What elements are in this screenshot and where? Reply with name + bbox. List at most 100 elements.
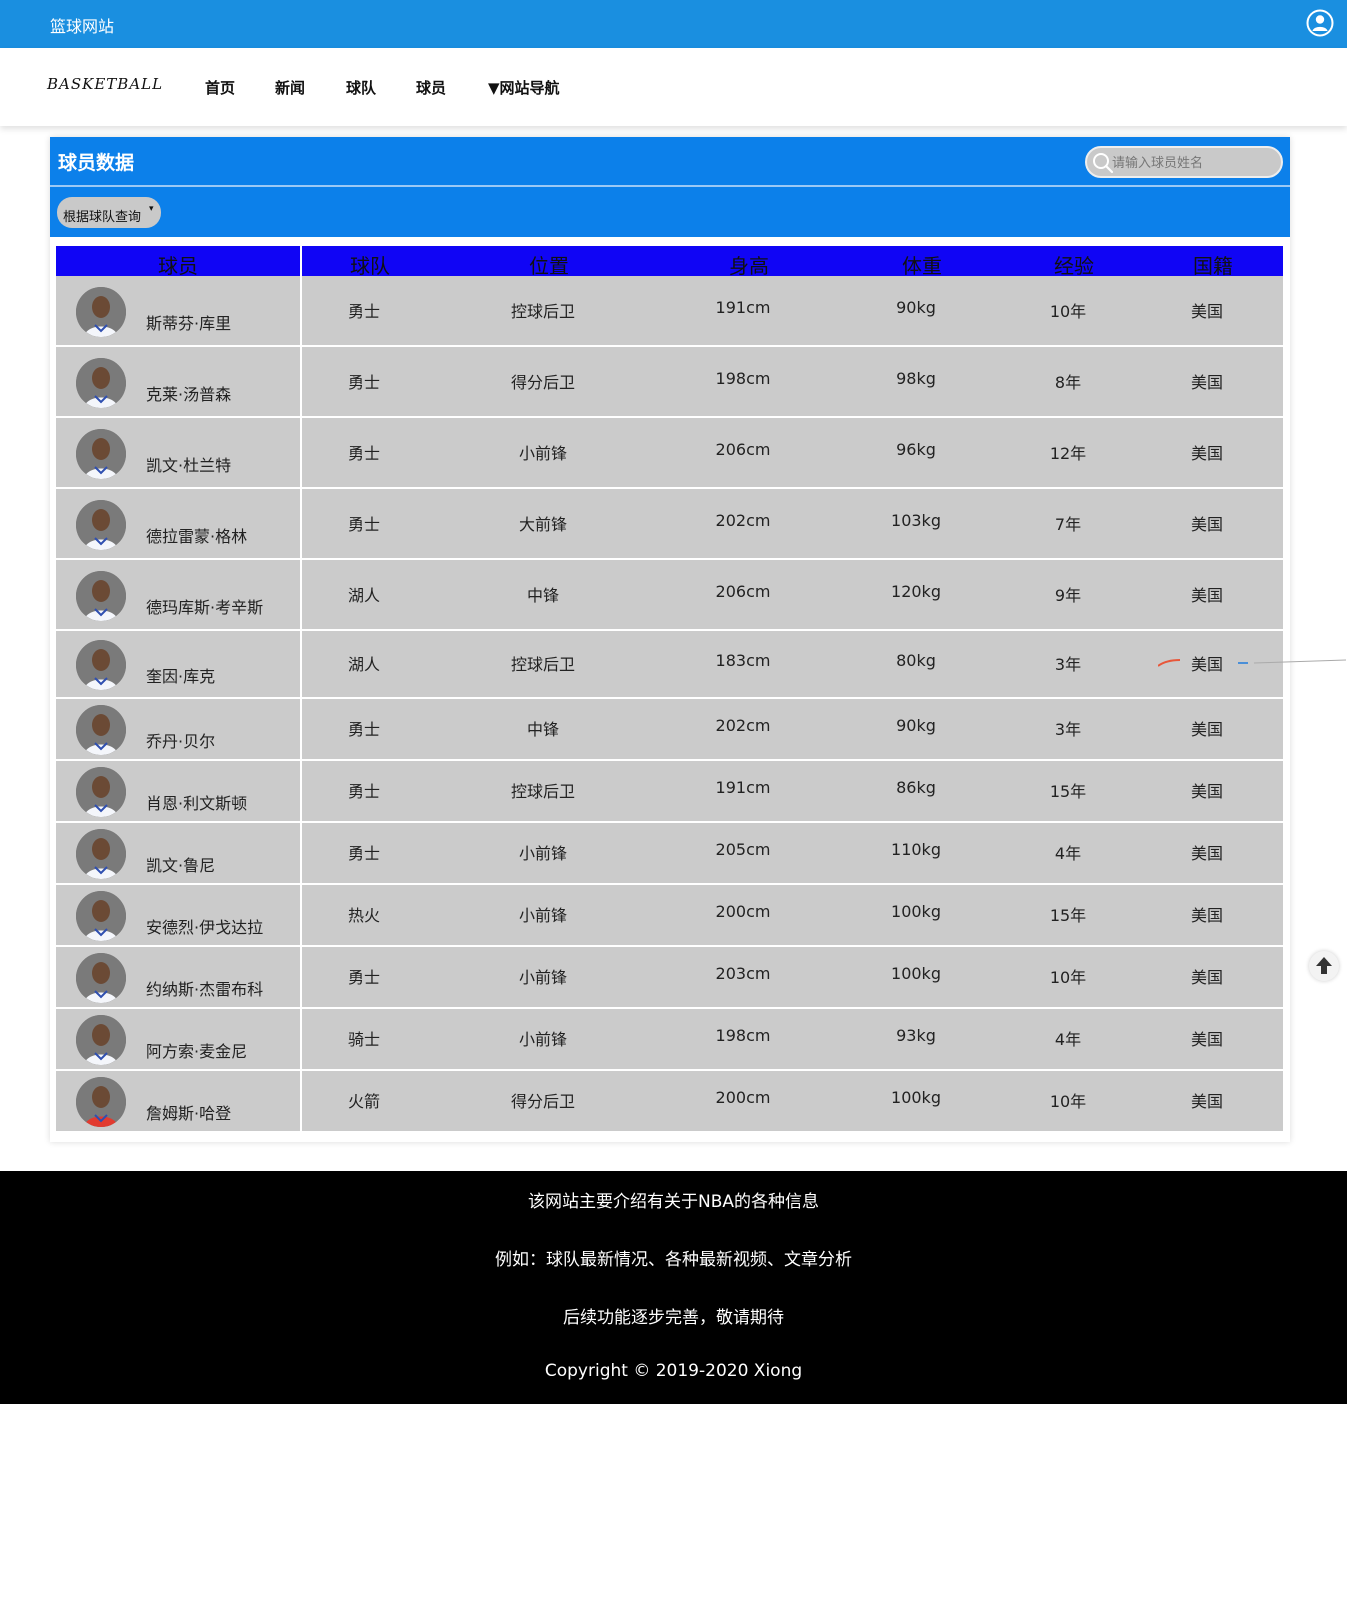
player-avatar — [76, 891, 126, 941]
player-data-panel: 球员数据 根据球队查询 ▾ 球员 球队 位置 身高 体重 经验 国籍 斯蒂芬·库… — [50, 137, 1290, 1142]
team-filter-dropdown[interactable]: 根据球队查询 ▾ — [57, 197, 161, 228]
player-name[interactable]: 克莱·汤普森 — [146, 381, 231, 405]
player-name[interactable]: 约纳斯·杰雷布科 — [146, 976, 263, 1000]
player-name[interactable]: 安德烈·伊戈达拉 — [146, 914, 263, 938]
table-row[interactable]: 德玛库斯·考辛斯 湖人 中锋 206cm 120kg 9年 美国 — [56, 560, 1283, 631]
player-height: 200cm — [715, 902, 771, 921]
player-weight: 103kg — [891, 511, 941, 530]
nav-item-players[interactable]: 球员 — [416, 77, 446, 98]
player-weight: 100kg — [891, 902, 941, 921]
player-position: 控球后卫 — [510, 655, 576, 674]
player-name[interactable]: 奎因·库克 — [146, 663, 215, 687]
table-row[interactable]: 詹姆斯·哈登 火箭 得分后卫 200cm 100kg 10年 美国 — [56, 1071, 1283, 1133]
player-weight: 110kg — [891, 840, 941, 859]
nav-item-news[interactable]: 新闻 — [275, 77, 305, 98]
column-divider — [300, 560, 302, 629]
player-nationality: 美国 — [1190, 906, 1224, 925]
table-row[interactable]: 凯文·鲁尼 勇士 小前锋 205cm 110kg 4年 美国 — [56, 823, 1283, 885]
player-team: 勇士 — [347, 444, 381, 463]
player-position: 控球后卫 — [510, 302, 576, 321]
player-team: 热火 — [347, 906, 381, 925]
player-position: 大前锋 — [518, 515, 568, 534]
table-row[interactable]: 奎因·库克 湖人 控球后卫 183cm 80kg 3年 美国 — [56, 631, 1283, 699]
table-row[interactable]: 克莱·汤普森 勇士 得分后卫 198cm 98kg 8年 美国 — [56, 347, 1283, 418]
player-nationality: 美国 — [1190, 1092, 1224, 1111]
table-row[interactable]: 乔丹·贝尔 勇士 中锋 202cm 90kg 3年 美国 — [56, 699, 1283, 761]
player-height: 202cm — [715, 716, 771, 735]
player-position: 得分后卫 — [510, 373, 576, 392]
table-row[interactable]: 安德烈·伊戈达拉 热火 小前锋 200cm 100kg 15年 美国 — [56, 885, 1283, 947]
player-nationality: 美国 — [1190, 444, 1224, 463]
player-team: 勇士 — [347, 373, 381, 392]
player-name[interactable]: 詹姆斯·哈登 — [146, 1100, 231, 1124]
scroll-to-top-button[interactable] — [1309, 951, 1339, 981]
header-nationality: 国籍 — [1193, 254, 1233, 278]
player-avatar — [76, 829, 126, 879]
player-name[interactable]: 凯文·杜兰特 — [146, 452, 231, 476]
player-nationality: 美国 — [1190, 302, 1224, 321]
footer-coming-soon: 后续功能逐步完善，敬请期待 — [563, 1308, 784, 1328]
chevron-down-icon: ▾ — [149, 204, 154, 214]
player-weight: 100kg — [891, 964, 941, 983]
player-experience: 3年 — [1054, 720, 1082, 739]
player-team: 湖人 — [347, 586, 381, 605]
table-row[interactable]: 肖恩·利文斯顿 勇士 控球后卫 191cm 86kg 15年 美国 — [56, 761, 1283, 823]
player-experience: 10年 — [1049, 968, 1087, 987]
player-weight: 80kg — [896, 651, 936, 670]
player-name[interactable]: 德拉雷蒙·格林 — [146, 523, 247, 547]
header-weight: 体重 — [902, 254, 942, 278]
player-nationality: 美国 — [1190, 782, 1224, 801]
site-logo[interactable]: BASKETBALL — [47, 75, 163, 93]
player-team: 骑士 — [347, 1030, 381, 1049]
player-avatar — [76, 287, 126, 337]
user-circle-icon[interactable] — [1306, 9, 1334, 37]
player-height: 202cm — [715, 511, 771, 530]
player-nationality: 美国 — [1190, 844, 1224, 863]
player-name[interactable]: 斯蒂芬·库里 — [146, 310, 231, 334]
player-name[interactable]: 肖恩·利文斯顿 — [146, 790, 247, 814]
player-avatar — [76, 1015, 126, 1065]
player-position: 小前锋 — [518, 844, 568, 863]
player-team: 勇士 — [347, 302, 381, 321]
player-experience: 15年 — [1049, 906, 1087, 925]
header-team: 球队 — [350, 254, 390, 278]
player-experience: 12年 — [1049, 444, 1087, 463]
arrow-up-icon — [1316, 957, 1332, 974]
player-experience: 10年 — [1049, 1092, 1087, 1111]
column-divider — [300, 1071, 302, 1131]
player-nationality: 美国 — [1190, 373, 1224, 392]
player-position: 小前锋 — [518, 968, 568, 987]
column-divider — [300, 489, 302, 558]
column-divider — [300, 631, 302, 697]
player-position: 小前锋 — [518, 444, 568, 463]
player-team: 勇士 — [347, 782, 381, 801]
player-experience: 8年 — [1054, 373, 1082, 392]
nav-item-home[interactable]: 首页 — [205, 77, 235, 98]
table-row[interactable]: 约纳斯·杰雷布科 勇士 小前锋 203cm 100kg 10年 美国 — [56, 947, 1283, 1009]
table-row[interactable]: 斯蒂芬·库里 勇士 控球后卫 191cm 90kg 10年 美国 — [56, 276, 1283, 347]
player-experience: 9年 — [1054, 586, 1082, 605]
player-name[interactable]: 德玛库斯·考辛斯 — [146, 594, 263, 618]
player-experience: 4年 — [1054, 1030, 1082, 1049]
player-position: 小前锋 — [518, 1030, 568, 1049]
player-search-input[interactable] — [1112, 152, 1277, 174]
table-row[interactable]: 阿方索·麦金尼 骑士 小前锋 198cm 93kg 4年 美国 — [56, 1009, 1283, 1071]
player-weight: 98kg — [896, 369, 936, 388]
player-team: 勇士 — [347, 844, 381, 863]
player-name[interactable]: 阿方索·麦金尼 — [146, 1038, 247, 1062]
header-player: 球员 — [158, 254, 198, 278]
nav-item-teams[interactable]: 球队 — [346, 77, 376, 98]
search-icon — [1092, 152, 1114, 174]
player-weight: 90kg — [896, 716, 936, 735]
player-height: 183cm — [715, 651, 771, 670]
player-avatar — [76, 429, 126, 479]
table-row[interactable]: 凯文·杜兰特 勇士 小前锋 206cm 96kg 12年 美国 — [56, 418, 1283, 489]
nav-item-site-navigation[interactable]: ▼网站导航 — [488, 77, 560, 98]
player-name[interactable]: 凯文·鲁尼 — [146, 852, 215, 876]
player-name[interactable]: 乔丹·贝尔 — [146, 728, 215, 752]
table-row[interactable]: 德拉雷蒙·格林 勇士 大前锋 202cm 103kg 7年 美国 — [56, 489, 1283, 560]
player-nationality: 美国 — [1190, 515, 1224, 534]
player-height: 191cm — [715, 298, 771, 317]
column-divider — [300, 699, 302, 759]
player-avatar — [76, 640, 126, 690]
